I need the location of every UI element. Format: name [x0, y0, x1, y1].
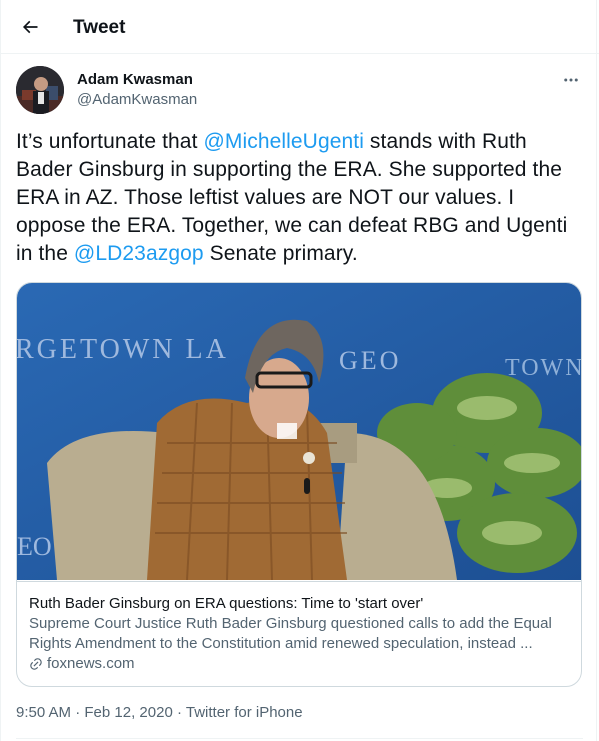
more-horizontal-icon	[564, 78, 578, 82]
divider	[16, 738, 583, 739]
card-domain[interactable]: foxnews.com	[29, 654, 135, 674]
arrow-left-icon	[22, 20, 38, 34]
tweet-meta: 9:50 AM · Feb 12, 2020 · Twitter for iPh…	[16, 703, 303, 723]
top-bar: Tweet	[0, 0, 599, 54]
meta-separator: ·	[71, 704, 85, 721]
tweet-date[interactable]: Feb 12, 2020	[84, 704, 172, 721]
tweet-text-segment: It’s unfortunate that	[16, 130, 204, 153]
author-handle[interactable]: @AdamKwasman	[77, 90, 197, 110]
card-domain-text[interactable]: foxnews.com	[47, 654, 135, 674]
avatar[interactable]	[16, 66, 64, 114]
more-button[interactable]	[559, 70, 583, 90]
card-description: Supreme Court Justice Ruth Bader Ginsbur…	[29, 615, 552, 652]
mention-link[interactable]: @MichelleUgenti	[203, 130, 364, 153]
card-body[interactable]: Ruth Bader Ginsburg on ERA questions: Ti…	[17, 581, 581, 686]
backdrop-text-right: GEO	[339, 346, 401, 375]
backdrop-text-right-2: TOWN	[505, 355, 581, 381]
link-card[interactable]: RGETOWN LA GEO TOWN EO Ruth Bader Ginsbu…	[16, 282, 582, 687]
backdrop-text-bottom: EO	[17, 532, 52, 561]
tweet-text: It’s unfortunate that @MichelleUgenti st…	[16, 128, 586, 268]
back-button[interactable]	[14, 11, 46, 43]
mention-link[interactable]: @LD23azgop	[74, 242, 204, 265]
avatar-image	[16, 66, 64, 114]
link-icon	[29, 657, 43, 671]
card-image[interactable]: RGETOWN LA GEO TOWN EO	[17, 283, 581, 580]
card-photo: RGETOWN LA GEO TOWN EO	[17, 283, 581, 580]
tweet-time[interactable]: 9:50 AM	[16, 704, 71, 721]
card-title[interactable]: Ruth Bader Ginsburg on ERA questions: Ti…	[29, 594, 423, 614]
author-name[interactable]: Adam Kwasman	[77, 70, 193, 90]
backdrop-text-left: RGETOWN LA	[17, 334, 229, 365]
tweet-text-segment: Senate primary.	[203, 242, 358, 265]
meta-separator: ·	[172, 704, 186, 721]
author-row: Adam Kwasman @AdamKwasman	[16, 66, 583, 116]
tweet-source[interactable]: Twitter for iPhone	[186, 704, 303, 721]
page-title: Tweet	[73, 17, 126, 38]
